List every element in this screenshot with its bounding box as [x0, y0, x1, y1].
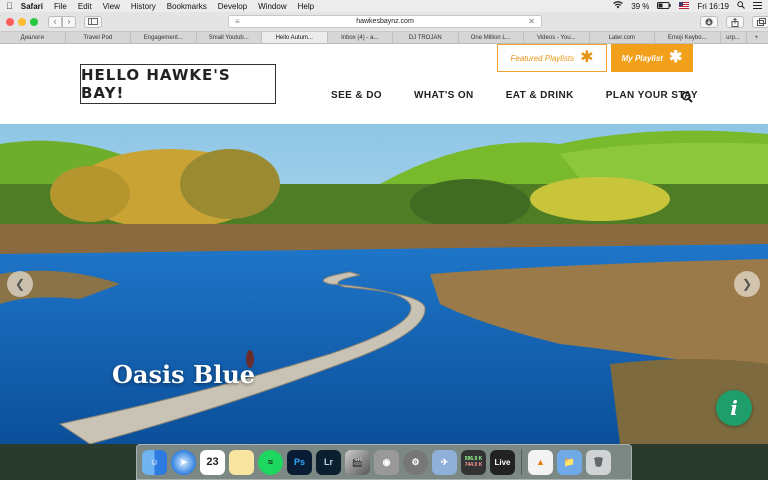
sidebar-button[interactable]: [84, 15, 102, 28]
reader-icon[interactable]: ≡: [235, 17, 240, 26]
clear-url-icon[interactable]: ✕: [528, 17, 535, 26]
asterisk-icon: ✱: [580, 49, 594, 66]
trash-icon[interactable]: 🗑: [586, 449, 611, 475]
tab-0[interactable]: Диалоги: [0, 32, 66, 43]
menubar:  Safari File Edit View History Bookmark…: [0, 0, 768, 12]
my-playlist-label: My Playlist: [621, 53, 663, 63]
menu-help[interactable]: Help: [298, 2, 314, 11]
address-bar[interactable]: ≡ hawkesbaynz.com ✕: [228, 15, 542, 28]
screenshot-app-icon[interactable]: ◉: [374, 449, 399, 475]
next-slide-button[interactable]: ❯: [734, 271, 760, 297]
final-cut-icon[interactable]: 🎬: [345, 449, 370, 475]
chevron-right-icon: ›: [67, 17, 71, 26]
flag-icon[interactable]: [679, 1, 690, 11]
nav-see-do[interactable]: SEE & DO: [331, 90, 382, 101]
wifi-icon[interactable]: [613, 1, 623, 11]
system-preferences-icon[interactable]: ⚙: [403, 449, 428, 475]
status-area: 39 % Fri 16:19: [613, 1, 762, 11]
share-icon: [731, 17, 739, 27]
spotify-icon[interactable]: ≈: [258, 449, 283, 475]
menu-develop[interactable]: Develop: [218, 2, 247, 11]
dock: ☺ ➤ 23 ≈ Ps Lr 🎬 ◉ ⚙ ✈ 596.9 K 744.0 K L…: [136, 444, 632, 480]
ableton-live-icon[interactable]: Live: [490, 449, 515, 475]
hero-caption: Oasis Blue: [112, 360, 256, 389]
info-button[interactable]: i: [716, 390, 752, 426]
new-tab-button[interactable]: +: [747, 32, 767, 43]
tab-1[interactable]: Travel Pod: [66, 32, 131, 43]
minimize-window-icon[interactable]: [18, 17, 26, 26]
calendar-icon[interactable]: 23: [200, 449, 225, 475]
tab-7[interactable]: One Million L...: [459, 32, 524, 43]
window-controls: [6, 17, 38, 26]
dock-separator: [521, 449, 522, 475]
tab-3[interactable]: Small Youtub...: [197, 32, 262, 43]
chevron-right-icon: ❯: [741, 277, 753, 291]
browser-toolbar: ‹ › ≡ hawkesbaynz.com ✕: [0, 12, 768, 32]
search-icon[interactable]: [681, 91, 693, 103]
lightroom-icon[interactable]: Lr: [316, 449, 341, 475]
meter-bottom-value: 744.0 K: [464, 462, 483, 468]
asterisk-icon: ✱: [668, 49, 683, 66]
nav-eat-drink[interactable]: EAT & DRINK: [506, 90, 574, 101]
featured-playlists-button[interactable]: Featured Playlists ✱: [497, 44, 607, 72]
menu-edit[interactable]: Edit: [78, 2, 92, 11]
photoshop-icon[interactable]: Ps: [287, 449, 312, 475]
menu-history[interactable]: History: [131, 2, 156, 11]
hero-slider[interactable]: ❮ ❯ Oasis Blue i: [0, 124, 768, 444]
vlc-icon[interactable]: ▲: [528, 449, 553, 475]
tab-2[interactable]: Engagement...: [131, 32, 197, 43]
chevron-left-icon: ❮: [14, 277, 26, 291]
network-meter-icon[interactable]: 596.9 K 744.0 K: [461, 449, 486, 475]
zoom-window-icon[interactable]: [30, 17, 38, 26]
tab-8[interactable]: Videos - You...: [524, 32, 590, 43]
tab-5[interactable]: Inbox (4) - a...: [328, 32, 393, 43]
url-text: hawkesbaynz.com: [356, 18, 414, 25]
battery-icon[interactable]: [657, 1, 672, 11]
tab-9[interactable]: Later.com: [590, 32, 655, 43]
hero-landscape-image: [0, 124, 768, 444]
tab-bar: Диалоги Travel Pod Engagement... Small Y…: [0, 32, 768, 44]
menu-view[interactable]: View: [103, 2, 120, 11]
menu-window[interactable]: Window: [258, 2, 286, 11]
notes-icon[interactable]: [229, 449, 254, 475]
back-button[interactable]: ‹: [48, 15, 62, 28]
menu-file[interactable]: File: [54, 2, 67, 11]
prev-slide-button[interactable]: ❮: [7, 271, 33, 297]
tabs-overview-button[interactable]: [752, 16, 768, 28]
my-playlist-button[interactable]: My Playlist ✱: [611, 44, 693, 72]
tabs-icon: [756, 18, 766, 26]
notification-center-icon[interactable]: [753, 1, 762, 11]
forward-button[interactable]: ›: [62, 15, 76, 28]
downloads-button[interactable]: [700, 16, 718, 28]
battery-percent[interactable]: 39 %: [631, 2, 649, 11]
site-logo[interactable]: HELLO HAWKE'S BAY!: [80, 64, 276, 104]
tab-11[interactable]: urp...: [721, 32, 747, 43]
toolbar-right: [700, 16, 768, 28]
nav-whats-on[interactable]: WHAT'S ON: [414, 90, 474, 101]
main-nav: SEE & DO WHAT'S ON EAT & DRINK PLAN YOUR…: [331, 90, 698, 101]
airplane-app-icon[interactable]: ✈: [432, 449, 457, 475]
spotlight-icon[interactable]: [737, 1, 745, 11]
plus-icon: +: [754, 34, 759, 41]
site-header: HELLO HAWKE'S BAY! Featured Playlists ✱ …: [0, 44, 768, 124]
tab-10[interactable]: Emoji Keybo...: [655, 32, 721, 43]
menu-bookmarks[interactable]: Bookmarks: [167, 2, 207, 11]
finder-icon[interactable]: ☺: [142, 449, 167, 475]
featured-playlists-label: Featured Playlists: [510, 53, 575, 63]
downloads-folder-icon[interactable]: 📁: [557, 449, 582, 475]
chevron-left-icon: ‹: [53, 17, 57, 26]
info-icon: i: [730, 396, 738, 420]
apple-menu-icon[interactable]: : [6, 1, 13, 11]
menu-app-name[interactable]: Safari: [21, 2, 43, 11]
download-icon: [705, 18, 713, 26]
clock[interactable]: Fri 16:19: [697, 2, 729, 11]
calendar-date: 23: [206, 456, 219, 468]
share-button[interactable]: [726, 16, 744, 28]
tab-6[interactable]: DJ TROJAN: [393, 32, 459, 43]
safari-icon[interactable]: ➤: [171, 449, 196, 475]
close-window-icon[interactable]: [6, 17, 14, 26]
sidebar-icon: [88, 18, 98, 25]
tab-4-active[interactable]: Hello Autum...: [262, 32, 328, 43]
